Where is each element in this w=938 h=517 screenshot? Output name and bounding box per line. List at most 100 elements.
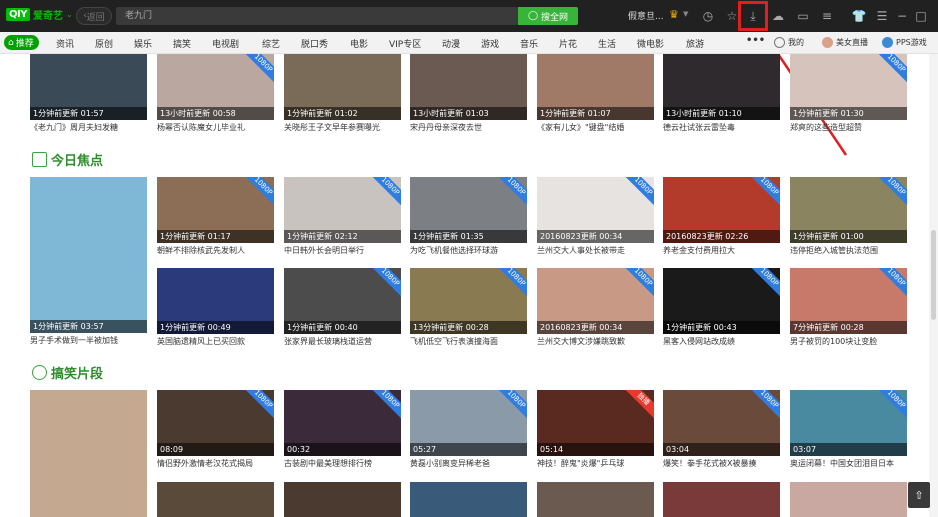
video-title[interactable]: 郑爽的这些造型超赞 xyxy=(790,121,907,135)
video-thumbnail-large[interactable]: 1分钟前更新 03:57 xyxy=(30,177,147,333)
video-title[interactable]: 情侣野外激情老汉花式揭局 xyxy=(157,457,274,471)
section-title-focus[interactable]: 今日焦点 xyxy=(32,150,103,169)
chevron-down-icon[interactable]: ⌄ xyxy=(66,10,73,19)
video-thumbnail[interactable]: 1分钟前更新 02:12 1080P xyxy=(284,177,401,243)
video-thumbnail[interactable]: 13小时前更新 01:03 xyxy=(410,54,527,120)
nav-item-anime[interactable]: 动漫 xyxy=(442,37,460,50)
video-thumbnail[interactable]: 1分钟前更新 01:57 xyxy=(30,54,147,120)
nav-item-movie[interactable]: 电影 xyxy=(350,37,368,50)
video-thumbnail[interactable]: 20160823更新 00:34 1080P xyxy=(537,268,654,334)
app-logo[interactable]: QIY 爱奇艺 ⌄ xyxy=(6,7,73,22)
video-thumbnail[interactable]: 03:04 1080P xyxy=(663,390,780,456)
video-title[interactable]: 爆笑！拳手花式被X被暴揍 xyxy=(663,457,780,471)
nav-item-trailer[interactable]: 片花 xyxy=(559,37,577,50)
video-thumbnail[interactable]: 1分钟前更新 00:49 xyxy=(157,268,274,334)
video-thumbnail[interactable]: 00:32 1080P xyxy=(284,390,401,456)
nav-item-vip[interactable]: VIP专区 xyxy=(389,37,421,50)
menu-icon[interactable]: ☰ xyxy=(873,7,891,25)
video-title[interactable]: 关晓彤王子文早年参赛曝光 xyxy=(284,121,401,135)
video-thumbnail[interactable]: 20160823更新 00:34 1080P xyxy=(537,177,654,243)
search-input[interactable]: 老九门 xyxy=(116,7,518,25)
video-title[interactable]: 古装剧中最美理想排行榜 xyxy=(284,457,401,471)
video-title[interactable]: 为吃飞机餐他选择环球游 xyxy=(410,244,527,258)
video-title[interactable]: 德云社试张云雷坠毒 xyxy=(663,121,780,135)
video-thumbnail[interactable]: 20160823更新 02:26 1080P xyxy=(663,177,780,243)
video-title[interactable]: 男子被罚的100块让变脸 xyxy=(790,335,907,349)
nav-item-original[interactable]: 原创 xyxy=(95,37,113,50)
nav-item-entertainment[interactable]: 娱乐 xyxy=(134,37,152,50)
maximize-icon[interactable]: □ xyxy=(912,7,930,25)
video-title[interactable]: 朝鲜不排除核武先发制人 xyxy=(157,244,274,258)
nav-live[interactable]: 美女直播 xyxy=(822,37,868,48)
video-title[interactable]: 男子手术做到一半被加钱 xyxy=(30,334,147,348)
video-title[interactable]: 神技！醉鬼"炎爆"乒乓球 xyxy=(537,457,654,471)
nav-item-home[interactable]: ⌂ 推荐 xyxy=(4,35,39,50)
video-thumbnail[interactable] xyxy=(284,482,401,517)
video-thumbnail[interactable]: 03:07 1080P xyxy=(790,390,907,456)
video-title[interactable]: 《老九门》周月夫妇发糖 xyxy=(30,121,147,135)
message-icon[interactable]: ▭ xyxy=(794,7,812,25)
video-thumbnail[interactable] xyxy=(410,482,527,517)
video-title[interactable]: 黄磊小别离变异稀老爸 xyxy=(410,457,527,471)
video-thumbnail[interactable]: 13分钟前更新 00:28 1080P xyxy=(410,268,527,334)
video-title[interactable]: 奥运闭幕！中国女团泪目日本 xyxy=(790,457,907,471)
nav-mine[interactable]: 我的 xyxy=(774,37,804,48)
nav-item-funny[interactable]: 搞笑 xyxy=(173,37,191,50)
video-title[interactable]: 违停拒绝入城管执法范围 xyxy=(790,244,907,258)
nav-item-news[interactable]: 资讯 xyxy=(56,37,74,50)
video-thumbnail[interactable]: 1分钟前更新 01:00 1080P xyxy=(790,177,907,243)
video-thumbnail[interactable]: 7分钟前更新 00:28 1080P xyxy=(790,268,907,334)
video-title[interactable]: 飞机低空飞行表演撞海面 xyxy=(410,335,527,349)
nav-item-life[interactable]: 生活 xyxy=(598,37,616,50)
video-title[interactable]: 兰州交大博文涉嫌跳致歉 xyxy=(537,335,654,349)
video-thumbnail[interactable]: 1分钟前更新 01:35 1080P xyxy=(410,177,527,243)
scrollbar-thumb[interactable] xyxy=(931,230,936,320)
nav-item-games[interactable]: 游戏 xyxy=(481,37,499,50)
back-to-top-button[interactable]: ⇧ xyxy=(908,482,930,508)
nav-item-music[interactable]: 音乐 xyxy=(520,37,538,50)
username[interactable]: 假意旦... xyxy=(628,9,664,22)
video-thumbnail[interactable] xyxy=(790,482,907,517)
video-thumbnail[interactable]: 1分钟前更新 01:30 1080P xyxy=(790,54,907,120)
video-thumbnail[interactable]: 1分钟前更新 01:07 xyxy=(537,54,654,120)
video-update-info: 7分钟前更新 00:28 xyxy=(790,321,907,334)
video-title[interactable]: 宋丹丹母亲深夜去世 xyxy=(410,121,527,135)
history-icon[interactable]: ◷ xyxy=(699,7,717,25)
video-thumbnail[interactable]: 05:27 1080P xyxy=(410,390,527,456)
video-title[interactable]: 养老金支付费用拉大 xyxy=(663,244,780,258)
video-thumbnail[interactable]: 1分钟前更新 00:43 1080P xyxy=(663,268,780,334)
video-title[interactable]: 黑客入侵网站改成绩 xyxy=(663,335,780,349)
nav-item-variety[interactable]: 综艺 xyxy=(262,37,280,50)
video-title[interactable]: 张家界最长玻璃栈道运营 xyxy=(284,335,401,349)
search-button[interactable]: ◯ 搜全网 xyxy=(518,7,578,25)
video-thumbnail[interactable]: 13小时前更新 01:10 xyxy=(663,54,780,120)
video-thumbnail[interactable]: 05:14 独播 xyxy=(537,390,654,456)
upload-cloud-icon[interactable]: ☁ xyxy=(769,7,787,25)
video-title[interactable]: 杨幂否认陈魔女儿毕业礼 xyxy=(157,121,274,135)
nav-item-talkshow[interactable]: 脱口秀 xyxy=(301,37,328,50)
video-thumbnail[interactable]: 1分钟前更新 01:17 1080P xyxy=(157,177,274,243)
video-title[interactable]: 《家有儿女》"键盘"结婚 xyxy=(537,121,654,135)
video-thumbnail[interactable]: 08:09 1080P xyxy=(157,390,274,456)
nav-item-travel[interactable]: 旅游 xyxy=(686,37,704,50)
video-title[interactable]: 兰州交大人事处长被带走 xyxy=(537,244,654,258)
video-thumbnail[interactable]: 1分钟前更新 01:02 xyxy=(284,54,401,120)
skin-tshirt-icon[interactable]: 👕 xyxy=(850,7,868,25)
video-thumbnail[interactable] xyxy=(537,482,654,517)
feedback-icon[interactable]: ≡ xyxy=(818,7,836,25)
video-title[interactable]: 英国脑遗精风上已买回款 xyxy=(157,335,274,349)
video-thumbnail[interactable]: 1分钟前更新 00:40 1080P xyxy=(284,268,401,334)
nav-more-button[interactable]: ••• xyxy=(746,35,765,46)
video-title[interactable]: 中日韩外长会明日举行 xyxy=(284,244,401,258)
video-thumbnail[interactable] xyxy=(157,482,274,517)
video-thumbnail[interactable] xyxy=(663,482,780,517)
section-title-funny[interactable]: 搞笑片段 xyxy=(32,363,103,382)
minimize-icon[interactable]: − xyxy=(893,7,911,25)
video-thumbnail[interactable]: 13小时前更新 00:58 1080P xyxy=(157,54,274,120)
back-button[interactable]: ‹ 返回 xyxy=(76,7,112,25)
user-menu-chevron-icon[interactable]: ▼ xyxy=(683,10,688,18)
nav-item-microfilm[interactable]: 微电影 xyxy=(637,37,664,50)
video-thumbnail-large[interactable] xyxy=(30,390,147,517)
nav-pps-games[interactable]: PPS游戏 xyxy=(882,37,927,48)
nav-item-tv[interactable]: 电视剧 xyxy=(212,37,239,50)
